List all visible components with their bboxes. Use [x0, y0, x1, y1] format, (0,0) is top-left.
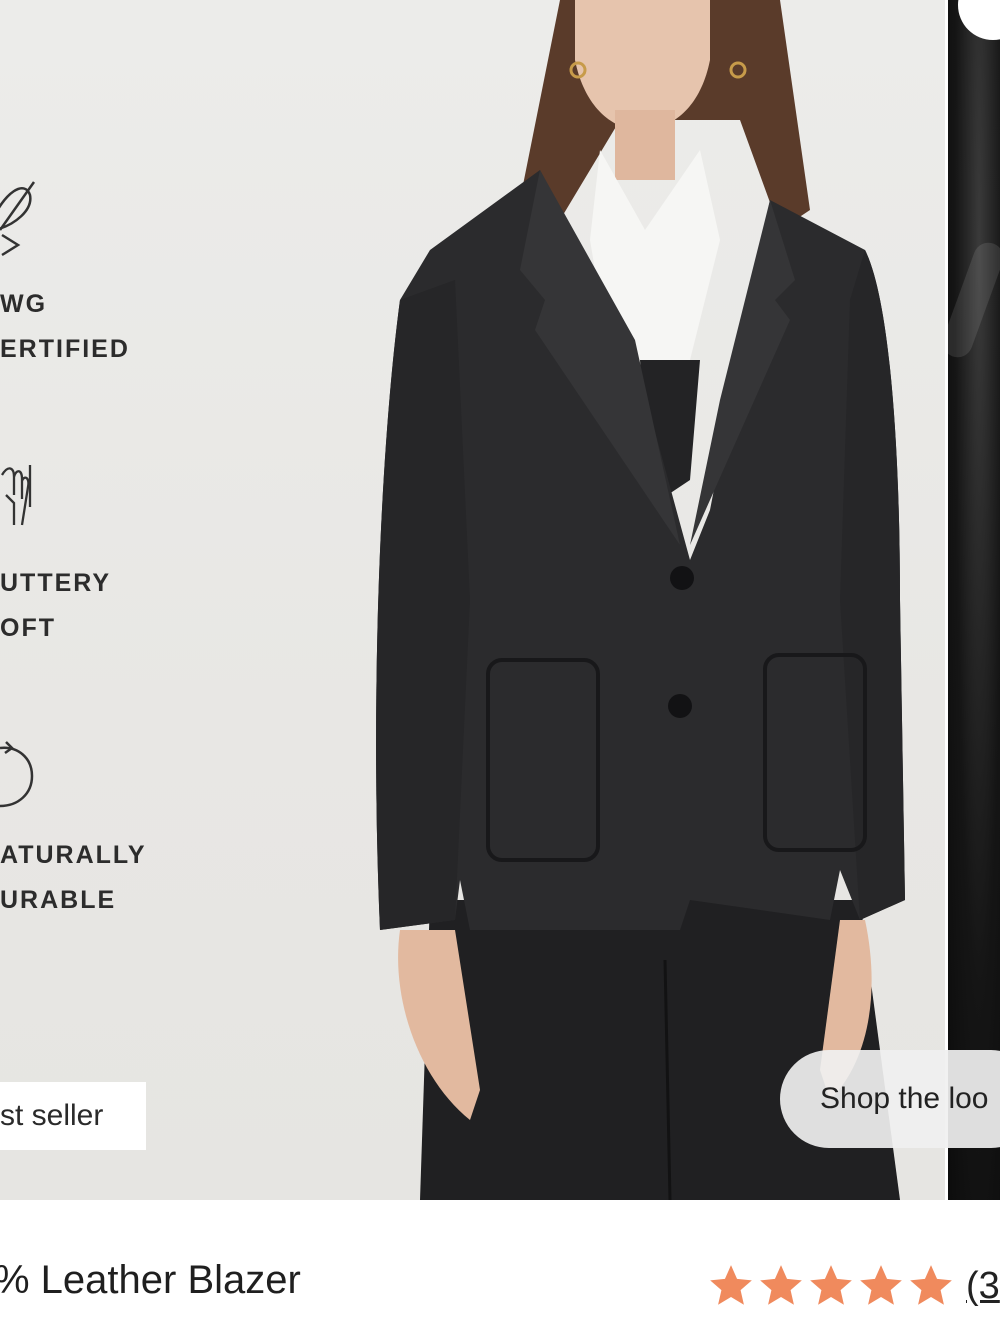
- feature-durable-line2: URABLE: [0, 886, 117, 914]
- star-icon: [710, 1265, 752, 1305]
- soft-touch-hand-icon: [1, 465, 32, 526]
- durability-cycle-icon: [0, 741, 34, 808]
- star-icon: [860, 1265, 902, 1305]
- product-page: WG ERTIFIED UTTERY OFT ATURALLY URABLE s…: [0, 0, 1000, 1333]
- next-slide-preview[interactable]: [948, 0, 1000, 1200]
- model-in-leather-blazer: [376, 0, 905, 1200]
- bestseller-badge: st seller: [0, 1082, 146, 1150]
- product-rating[interactable]: (3: [706, 1258, 1000, 1314]
- feature-buttery-soft: UTTERY OFT: [0, 455, 109, 642]
- feature-certified-line1: WG: [0, 290, 48, 318]
- product-title[interactable]: % Leather Blazer: [0, 1258, 301, 1303]
- review-count[interactable]: (3: [966, 1265, 1000, 1308]
- star-icon: [760, 1265, 802, 1305]
- feature-durable: ATURALLY URABLE: [0, 740, 145, 914]
- star-icon: [810, 1265, 852, 1305]
- shop-the-look-button[interactable]: Shop the loo: [780, 1050, 1000, 1148]
- feature-certified: WG ERTIFIED: [0, 170, 128, 363]
- feature-soft-line1: UTTERY: [0, 569, 112, 597]
- feature-durable-line1: ATURALLY: [0, 841, 147, 869]
- star-icon: [910, 1265, 952, 1305]
- leaf-certified-icon: [0, 181, 36, 257]
- product-hero-image[interactable]: WG ERTIFIED UTTERY OFT ATURALLY URABLE s…: [0, 0, 945, 1200]
- feature-certified-line2: ERTIFIED: [0, 335, 130, 363]
- feature-soft-line2: OFT: [0, 614, 56, 642]
